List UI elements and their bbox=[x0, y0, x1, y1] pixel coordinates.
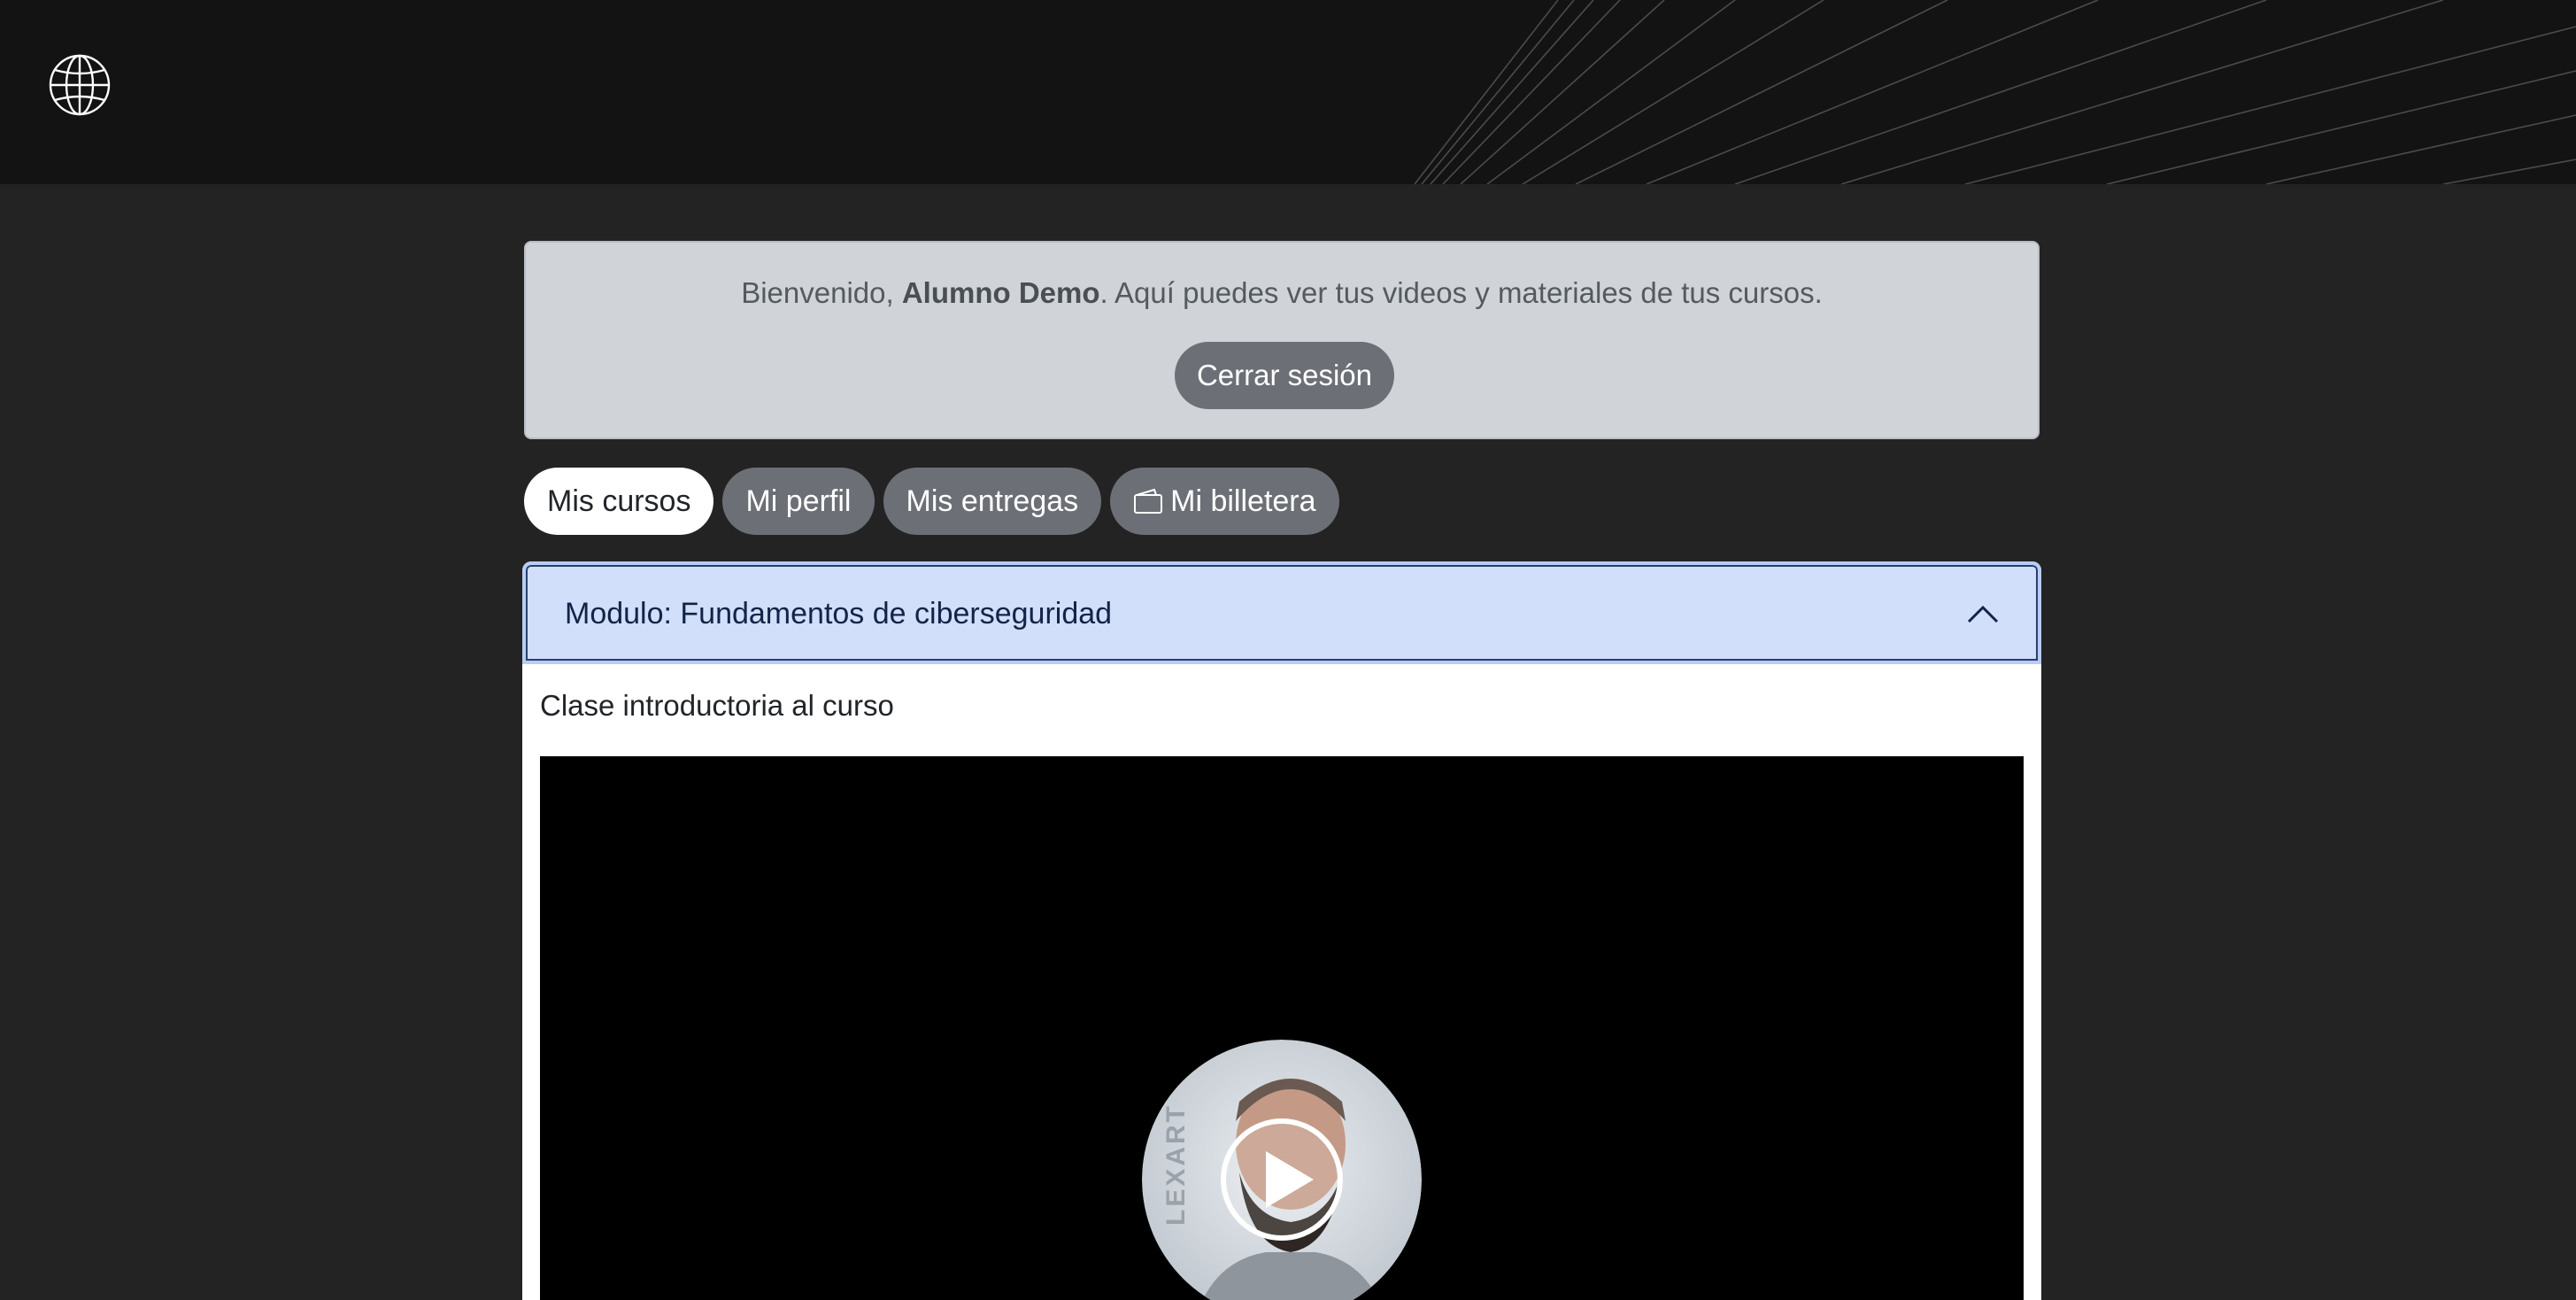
welcome-panel: Bienvenido, Alumno Demo. Aquí puedes ver… bbox=[524, 241, 2040, 439]
wallet-icon bbox=[1134, 488, 1163, 514]
lexart-watermark: LEXART bbox=[1161, 1103, 1191, 1226]
greeting-suffix: . Aquí puedes ver tus videos y materiale… bbox=[1099, 276, 1823, 309]
main-tabs: Mis cursos Mi perfil Mis entregas Mi bil… bbox=[524, 468, 1339, 535]
module-accordion-header[interactable]: Modulo: Fundamentos de ciberseguridad bbox=[522, 561, 2041, 664]
chevron-up-icon[interactable] bbox=[1965, 599, 2001, 627]
decorative-lines bbox=[1414, 0, 2576, 184]
top-navbar bbox=[0, 0, 2576, 184]
module-accordion: Modulo: Fundamentos de ciberseguridad Cl… bbox=[522, 561, 2041, 1300]
greeting-prefix: Bienvenido, bbox=[741, 276, 902, 309]
welcome-message: Bienvenido, Alumno Demo. Aquí puedes ver… bbox=[526, 275, 2038, 313]
tab-mis-entregas[interactable]: Mis entregas bbox=[883, 468, 1102, 535]
user-name: Alumno Demo bbox=[901, 276, 1100, 309]
tab-label: Mi billetera bbox=[1170, 484, 1316, 518]
video-player[interactable]: LEXART bbox=[540, 756, 2024, 1300]
logout-button[interactable]: Cerrar sesión bbox=[1175, 342, 1394, 409]
tab-mi-billetera[interactable]: Mi billetera bbox=[1110, 468, 1339, 535]
tab-label: Mis cursos bbox=[547, 484, 691, 518]
tab-mi-perfil[interactable]: Mi perfil bbox=[722, 468, 875, 535]
video-thumbnail: LEXART bbox=[1142, 1040, 1422, 1300]
tab-label: Mi perfil bbox=[745, 484, 852, 518]
globe-icon[interactable] bbox=[48, 53, 112, 117]
tab-label: Mis entregas bbox=[906, 484, 1079, 518]
lesson-title: Clase introductoria al curso bbox=[540, 689, 894, 722]
tab-mis-cursos[interactable]: Mis cursos bbox=[524, 468, 714, 535]
module-title: Modulo: Fundamentos de ciberseguridad bbox=[565, 597, 1113, 631]
